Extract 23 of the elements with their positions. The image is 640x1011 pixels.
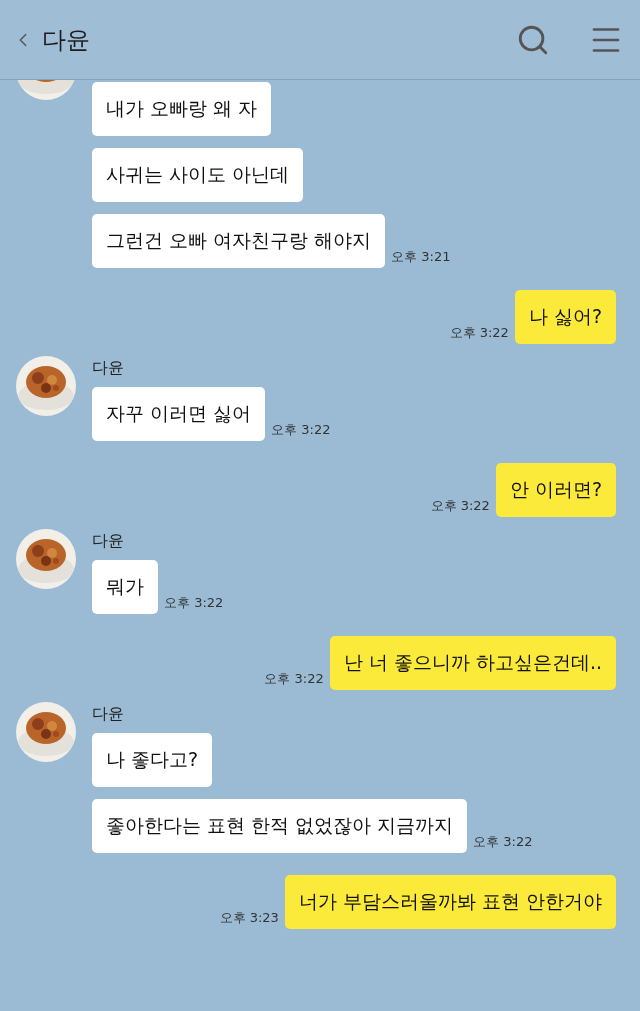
sender-name: 다윤 — [92, 704, 124, 725]
sender-name: 다윤 — [92, 531, 124, 552]
chat-title: 다윤 — [42, 24, 91, 56]
message-bubble: 그런건 오빠 여자친구랑 해야지 — [92, 214, 386, 268]
message-time: 오후 3:22 — [264, 670, 324, 688]
message-time: 오후 3:21 — [391, 248, 451, 266]
message-time: 오후 3:22 — [164, 594, 224, 612]
message-time: 오후 3:22 — [449, 324, 509, 342]
message-bubble: 뭐가 — [92, 560, 158, 614]
message-bubble: 사귀는 사이도 아닌데 — [92, 148, 304, 202]
message-bubble: 내가 오빠랑 왜 자 — [92, 82, 272, 136]
sender-name: 다윤 — [92, 358, 124, 379]
message-bubble: 자꾸 이러면 싫어 — [92, 387, 266, 441]
message-bubble: 너가 부담스러울까봐 표현 안한거야 — [284, 875, 616, 929]
message-bubble: 난 너 좋으니까 하고싶은건데.. — [329, 636, 616, 690]
message-bubble: 안 이러면? — [495, 463, 616, 517]
message-bubble: 나 좋다고? — [92, 733, 213, 787]
message-time: 오후 3:22 — [473, 833, 533, 851]
message-bubble: 좋아한다는 표현 한적 없었잖아 지금까지 — [92, 799, 468, 853]
message-time: 오후 3:22 — [430, 497, 490, 515]
message-time: 오후 3:23 — [219, 909, 279, 927]
message-bubble: 나 싫어? — [514, 290, 616, 344]
message-time: 오후 3:22 — [271, 421, 331, 439]
